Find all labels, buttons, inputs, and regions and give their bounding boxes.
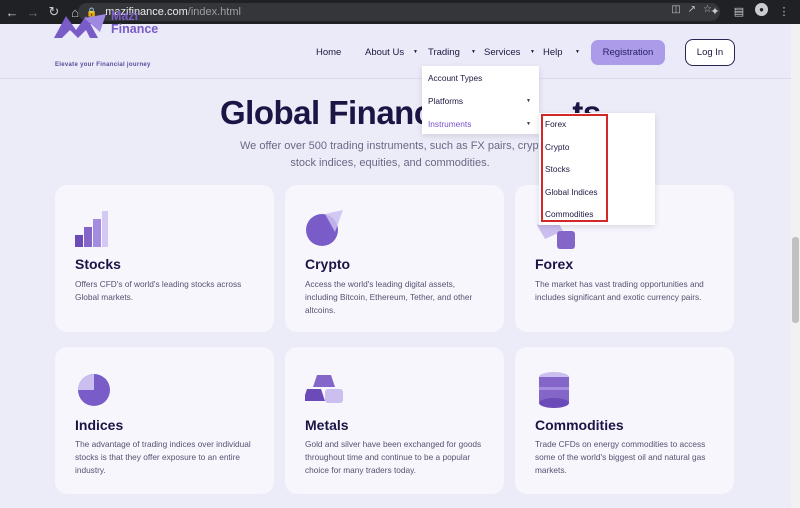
nav-help[interactable]: Help <box>543 47 563 58</box>
nav-help-caret-icon: ▼ <box>575 49 580 55</box>
brand-tagline: Elevate your Financial journey <box>55 62 151 68</box>
nav-about[interactable]: About Us <box>365 47 404 58</box>
menu-item-platforms[interactable]: Platforms <box>428 96 463 106</box>
nav-services-caret-icon: ▼ <box>530 49 535 55</box>
metals-icon <box>305 375 343 403</box>
card-metals[interactable]: Metals Gold and silver have been exchang… <box>285 347 504 494</box>
brand-logo[interactable]: Mazi Finance <box>54 10 158 40</box>
stocks-icon <box>75 211 108 247</box>
hero-title-main: Global Financi <box>220 94 441 131</box>
card-desc: Gold and silver have been exchanged for … <box>305 439 482 475</box>
address-bar[interactable]: 🔒 mazifinance.com/index.html ◫ ↗ ☆ <box>78 3 720 21</box>
card-title: Crypto <box>305 256 351 272</box>
nav-about-caret-icon: ▼ <box>413 49 418 55</box>
hero-subtitle-line2: stock indices, equities, and commodities… <box>290 157 490 169</box>
translate-icon[interactable]: ◫ <box>671 4 680 15</box>
card-commodities[interactable]: Commodities Trade CFDs on energy commodi… <box>515 347 734 494</box>
card-desc: Offers CFD's of world's leading stocks a… <box>75 279 242 302</box>
hero-subtitle: We offer over 500 trading instruments, s… <box>200 138 580 172</box>
instruments-caret-icon: ▼ <box>526 121 531 127</box>
card-indices[interactable]: Indices The advantage of trading indices… <box>55 347 274 494</box>
card-desc: The market has vast trading opportunitie… <box>535 279 704 302</box>
menu-item-account-types[interactable]: Account Types <box>428 73 482 83</box>
login-button[interactable]: Log In <box>685 39 735 66</box>
card-title: Metals <box>305 417 349 433</box>
brand-name: Mazi Finance <box>111 10 158 36</box>
card-title: Indices <box>75 417 124 433</box>
nav-home[interactable]: Home <box>316 47 341 58</box>
brand-name-line2: Finance <box>111 22 159 36</box>
share-icon[interactable]: ↗ <box>688 4 696 15</box>
forward-icon[interactable]: → <box>24 3 42 21</box>
nav-services[interactable]: Services <box>484 47 520 58</box>
card-desc: The advantage of trading indices over in… <box>75 439 251 475</box>
trading-dropdown: Account Types Platforms ▼ Instruments ▼ <box>422 66 539 134</box>
logo-mark-icon <box>54 14 106 38</box>
url-path: /index.html <box>187 6 241 18</box>
back-icon[interactable]: ← <box>3 3 21 21</box>
card-stocks[interactable]: Stocks Offers CFD's of world's leading s… <box>55 185 274 332</box>
sidebar-icon[interactable]: ▤ <box>731 3 747 19</box>
scrollbar-thumb[interactable] <box>792 237 799 323</box>
registration-button[interactable]: Registration <box>591 40 665 65</box>
submenu-highlight-box <box>541 114 608 222</box>
menu-item-instruments[interactable]: Instruments <box>428 119 471 129</box>
card-desc: Trade CFDs on energy commodities to acce… <box>535 439 706 475</box>
card-title: Commodities <box>535 417 624 433</box>
card-title: Stocks <box>75 256 121 272</box>
nav-trading[interactable]: Trading <box>428 47 460 58</box>
indices-icon <box>78 374 110 406</box>
nav-trading-caret-icon: ▼ <box>471 49 476 55</box>
menu-kebab-icon[interactable]: ⋮ <box>776 3 792 19</box>
extensions-icon[interactable]: ✦ <box>707 3 723 19</box>
hero-subtitle-line1: We offer over 500 trading instruments, s… <box>240 140 542 152</box>
card-crypto[interactable]: Crypto Access the world's leading digita… <box>285 185 504 332</box>
page-scrollbar[interactable] <box>791 24 800 508</box>
card-title: Forex <box>535 256 574 272</box>
platforms-caret-icon: ▼ <box>526 98 531 104</box>
crypto-icon <box>306 210 343 246</box>
card-desc: Access the world's leading digital asset… <box>305 279 473 315</box>
profile-avatar-icon[interactable]: ● <box>755 3 768 16</box>
commodities-icon <box>539 372 569 408</box>
